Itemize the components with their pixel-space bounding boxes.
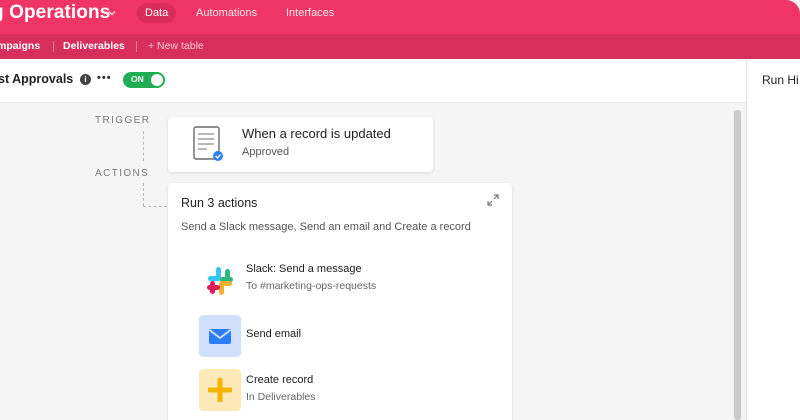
actions-group-subtitle: Send a Slack message, Send an email and …	[181, 221, 471, 233]
plus-icon	[199, 369, 241, 411]
action-title: Send email	[246, 328, 302, 340]
action-subtitle: To #marketing-ops-requests	[246, 280, 377, 292]
more-options-icon[interactable]: •••	[97, 72, 112, 84]
toggle-label: ON	[131, 74, 144, 84]
table-tab-deliverables[interactable]: Deliverables	[63, 40, 125, 52]
actions-group-card[interactable]: Run 3 actions Send a Slack message, Send…	[168, 183, 512, 420]
action-subtitle: In Deliverables	[246, 391, 316, 403]
table-bar: mpaigns Deliverables + New table	[0, 34, 800, 59]
divider	[53, 41, 54, 52]
run-history-panel: Run Hi	[746, 59, 800, 420]
actions-group-title: Run 3 actions	[181, 196, 258, 210]
connector-line	[143, 206, 167, 207]
trigger-subtitle: Approved	[242, 146, 290, 158]
record-document-icon	[193, 126, 223, 161]
trigger-title: When a record is updated	[242, 126, 391, 141]
table-tab-campaigns[interactable]: mpaigns	[0, 40, 40, 52]
top-header: g Operations Data Automations Interfaces	[0, 0, 800, 34]
automation-header: st Approvals i ••• ON	[0, 59, 746, 103]
action-title: Slack: Send a message	[246, 263, 362, 275]
connector-line	[143, 183, 144, 206]
tab-data[interactable]: Data	[137, 3, 177, 23]
divider	[136, 41, 137, 52]
automation-name[interactable]: st Approvals	[0, 72, 73, 86]
envelope-icon	[199, 315, 241, 357]
base-title[interactable]: g Operations	[0, 2, 110, 24]
tab-automations[interactable]: Automations	[188, 3, 265, 23]
connector-line	[143, 131, 144, 161]
action-title: Create record	[246, 374, 314, 386]
run-history-title[interactable]: Run Hi	[762, 73, 799, 87]
automation-editor: g Operations Data Automations Interfaces…	[0, 0, 800, 420]
info-icon[interactable]: i	[80, 74, 91, 85]
scrollbar-thumb[interactable]	[734, 110, 741, 420]
new-table-button[interactable]: + New table	[148, 40, 204, 52]
actions-label: ACTIONS	[95, 168, 150, 179]
tab-interfaces[interactable]: Interfaces	[278, 3, 342, 23]
trigger-label: TRIGGER	[95, 115, 151, 126]
collapse-icon[interactable]	[487, 194, 499, 206]
trigger-card[interactable]: When a record is updated Approved	[168, 117, 433, 172]
slack-icon	[207, 267, 233, 295]
chevron-down-icon[interactable]	[107, 8, 117, 18]
toggle-knob	[151, 74, 163, 86]
automation-toggle[interactable]: ON	[123, 72, 165, 88]
